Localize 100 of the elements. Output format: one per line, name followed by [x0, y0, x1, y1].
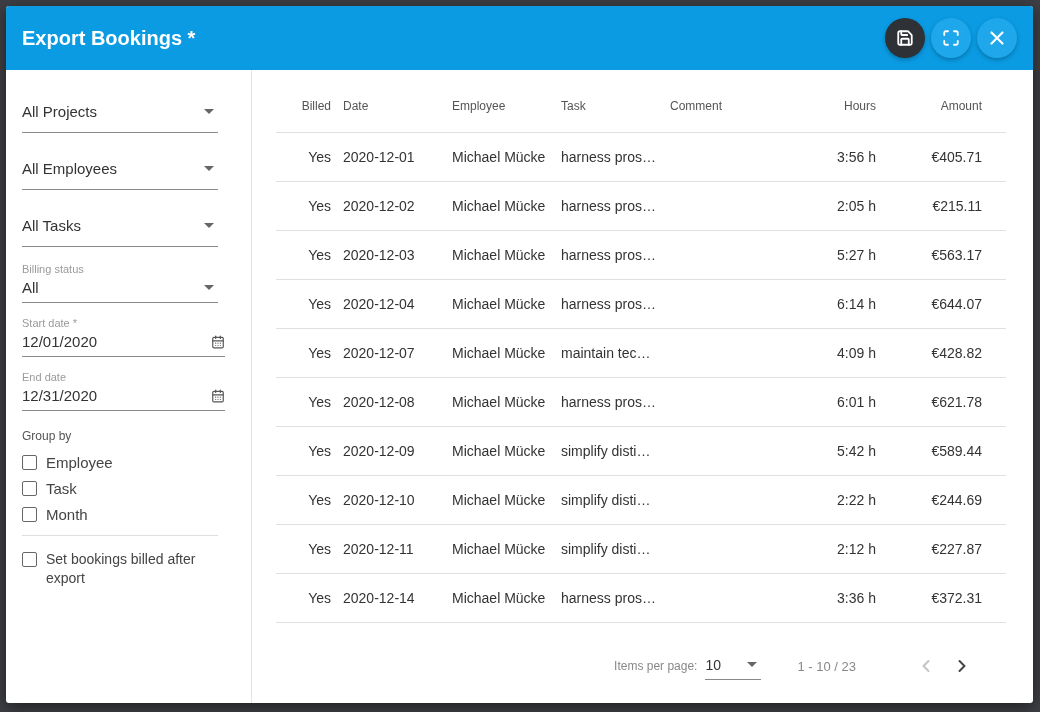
- table-cell: harness pros…: [561, 231, 670, 280]
- caret-icon: [204, 223, 214, 228]
- group-by-label: Group by: [22, 429, 73, 443]
- fullscreen-icon: [942, 29, 960, 47]
- column-header[interactable]: Amount: [900, 80, 1006, 133]
- table-cell: 2:12 h: [780, 525, 900, 574]
- column-header[interactable]: Hours: [780, 80, 900, 133]
- table-cell: 6:01 h: [780, 378, 900, 427]
- items-per-page-select[interactable]: 10: [705, 652, 762, 680]
- dialog-title: Export Bookings *: [22, 26, 197, 50]
- caret-icon: [204, 109, 214, 114]
- table-cell: simplify disti…: [561, 525, 670, 574]
- table-cell: €244.69: [900, 476, 1006, 525]
- column-header[interactable]: Task: [561, 80, 670, 133]
- caret-icon: [204, 285, 214, 290]
- table-cell: Yes: [276, 378, 343, 427]
- select-field[interactable]: All Employees: [22, 147, 218, 190]
- table-cell: 4:09 h: [780, 329, 900, 378]
- table-cell: 6:14 h: [780, 280, 900, 329]
- caret-icon: [747, 662, 758, 667]
- close-button[interactable]: [977, 18, 1017, 58]
- table-cell: Michael Mücke: [452, 427, 561, 476]
- column-header[interactable]: Billed: [276, 80, 343, 133]
- calendar-icon: [211, 334, 225, 349]
- table-cell: €589.44: [900, 427, 1006, 476]
- checkbox-label: Employee: [46, 453, 114, 472]
- field-value: 12/31/2020: [22, 387, 98, 404]
- table-cell: 2020-12-02: [343, 182, 452, 231]
- table-cell: Michael Mücke: [452, 231, 561, 280]
- field-value: All: [22, 279, 39, 296]
- table-cell: harness pros…: [561, 378, 670, 427]
- field-label: Billing status: [22, 263, 85, 275]
- table-cell: simplify disti…: [561, 476, 670, 525]
- table-cell: €372.31: [900, 574, 1006, 623]
- table-cell: 2020-12-01: [343, 133, 452, 182]
- table-cell: harness pros…: [561, 133, 670, 182]
- table-cell: 2:22 h: [780, 476, 900, 525]
- table-cell: 5:42 h: [780, 427, 900, 476]
- table-cell: 2020-12-07: [343, 329, 452, 378]
- save-icon: [896, 29, 914, 47]
- table-cell: Michael Mücke: [452, 329, 561, 378]
- checkbox[interactable]: [22, 481, 37, 496]
- date-field[interactable]: Start date * 12/01/2020: [22, 315, 225, 357]
- calendar-icon: [211, 388, 225, 403]
- table-cell: €621.78: [900, 378, 1006, 427]
- table-cell: Yes: [276, 329, 343, 378]
- field-label: End date: [22, 371, 68, 383]
- table-cell: 3:36 h: [780, 574, 900, 623]
- table-cell: 2020-12-03: [343, 231, 452, 280]
- column-header[interactable]: Comment: [670, 80, 780, 133]
- column-header[interactable]: Date: [343, 80, 452, 133]
- table-cell: 5:27 h: [780, 231, 900, 280]
- field-value: All Employees: [22, 160, 118, 177]
- table-cell: Michael Mücke: [452, 525, 561, 574]
- table-cell: Michael Mücke: [452, 280, 561, 329]
- table-cell: Yes: [276, 525, 343, 574]
- table-cell: Yes: [276, 476, 343, 525]
- table-cell: €405.71: [900, 133, 1006, 182]
- table-cell: 2020-12-10: [343, 476, 452, 525]
- select-field[interactable]: All Projects: [22, 90, 218, 133]
- table-cell: Yes: [276, 133, 343, 182]
- table-cell: 3:56 h: [780, 133, 900, 182]
- select-field[interactable]: Billing status All: [22, 261, 218, 303]
- column-header[interactable]: Employee: [452, 80, 561, 133]
- table-cell: Michael Mücke: [452, 476, 561, 525]
- table-cell: €563.17: [900, 231, 1006, 280]
- save-button[interactable]: [885, 18, 925, 58]
- table-cell: harness pros…: [561, 574, 670, 623]
- checkbox[interactable]: [22, 552, 37, 567]
- table-cell: 2020-12-08: [343, 378, 452, 427]
- table-cell: Michael Mücke: [452, 133, 561, 182]
- select-field[interactable]: All Tasks: [22, 204, 218, 247]
- table-cell: 2020-12-14: [343, 574, 452, 623]
- table-cell: Yes: [276, 427, 343, 476]
- table-cell: 2020-12-04: [343, 280, 452, 329]
- field-value: All Projects: [22, 103, 98, 120]
- date-field[interactable]: End date 12/31/2020: [22, 369, 225, 411]
- checkbox[interactable]: [22, 455, 37, 470]
- table-cell: simplify disti…: [561, 427, 670, 476]
- table-cell: €644.07: [900, 280, 1006, 329]
- field-value: 12/01/2020: [22, 333, 98, 350]
- table-cell: €227.87: [900, 525, 1006, 574]
- field-label: Start date *: [22, 317, 79, 329]
- table-cell: 2020-12-11: [343, 525, 452, 574]
- checkbox-label: Task: [46, 479, 78, 498]
- field-value: All Tasks: [22, 217, 81, 234]
- table-cell: Michael Mücke: [452, 574, 561, 623]
- checkbox[interactable]: [22, 507, 37, 522]
- table-cell: maintain tec…: [561, 329, 670, 378]
- table-cell: €215.11: [900, 182, 1006, 231]
- table-cell: 2:05 h: [780, 182, 900, 231]
- table-cell: Michael Mücke: [452, 182, 561, 231]
- table-cell: Yes: [276, 182, 343, 231]
- table-cell: 2020-12-09: [343, 427, 452, 476]
- table-cell: harness pros…: [561, 280, 670, 329]
- table-cell: Michael Mücke: [452, 378, 561, 427]
- page-range: 1 - 10 / 23: [797, 658, 856, 674]
- table-cell: Yes: [276, 231, 343, 280]
- checkbox-label: Set bookings billed after export: [46, 550, 197, 588]
- fullscreen-button[interactable]: [931, 18, 971, 58]
